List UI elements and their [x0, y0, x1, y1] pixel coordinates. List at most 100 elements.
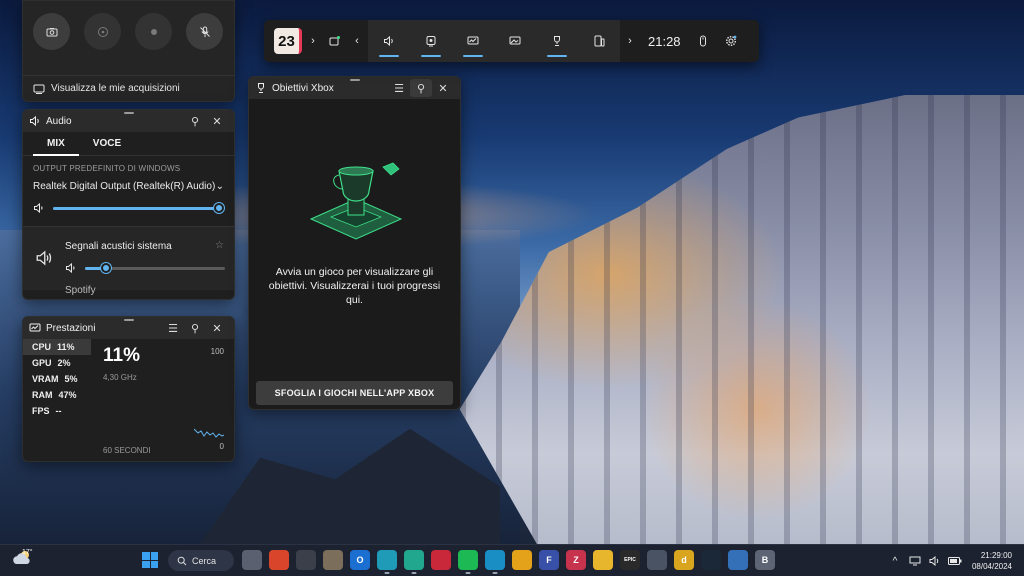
pin-button[interactable]: ⚲ [184, 319, 206, 337]
taskbar-app-epic-games[interactable]: EPIC [620, 550, 640, 570]
tab-mix[interactable]: MIX [33, 132, 79, 156]
network-icon[interactable] [908, 554, 922, 568]
performance-widget-button[interactable] [452, 20, 494, 62]
taskbar-app-app-record[interactable] [431, 550, 451, 570]
master-volume-row [23, 192, 234, 214]
capture-widget-button[interactable] [410, 20, 452, 62]
metric-vram[interactable]: VRAM 5% [23, 371, 91, 387]
metric-fps[interactable]: FPS -- [23, 403, 91, 419]
performance-icon [29, 323, 41, 332]
taskbar-app-edge-3[interactable] [485, 550, 505, 570]
taskbar-app-edge-2[interactable] [404, 550, 424, 570]
app-d-icon: d [681, 555, 687, 565]
output-section-label: OUTPUT PREDEFINITO DI WINDOWS [33, 164, 181, 173]
gallery-widget-button[interactable] [494, 20, 536, 62]
taskbar-app-app-d[interactable]: d [674, 550, 694, 570]
pin-icon: ⚲ [190, 322, 200, 335]
chevron-left-icon: ‹ [355, 35, 359, 47]
volume-icon[interactable] [928, 554, 942, 568]
game-bar-profile-badge[interactable]: 23 [274, 28, 302, 54]
taskbar-app-task-view[interactable] [242, 550, 262, 570]
taskbar-app-edge[interactable] [377, 550, 397, 570]
close-button[interactable]: ✕ [206, 319, 228, 337]
close-icon: ✕ [438, 82, 448, 95]
taskbar-app-file-explorer[interactable] [593, 550, 613, 570]
drag-handle[interactable] [123, 319, 134, 321]
view-captures-link[interactable]: Visualizza le mie acquisizioni [23, 75, 234, 101]
taskbar-app-spotify[interactable] [458, 550, 478, 570]
drag-handle[interactable] [349, 79, 360, 81]
taskbar-search[interactable]: Cerca [168, 550, 234, 571]
metric-gpu[interactable]: GPU 2% [23, 355, 91, 371]
performance-widget: Prestazioni ☰ ⚲ ✕ CPU 11% GPU 2% VRAM 5% RA… [22, 316, 235, 462]
app-volume-thumb[interactable] [101, 263, 111, 273]
taskbar-app-app-b[interactable]: B [755, 550, 775, 570]
taskbar-app-outlook[interactable]: O [350, 550, 370, 570]
master-volume-thumb[interactable] [213, 203, 224, 213]
drag-handle[interactable] [123, 112, 134, 114]
microphone-toggle-button[interactable] [186, 13, 223, 50]
taskbar-app-chrome[interactable] [512, 550, 532, 570]
taskbar-app-steam[interactable] [701, 550, 721, 570]
widget-store-button[interactable] [324, 20, 346, 62]
volume-icon[interactable] [33, 202, 45, 214]
sliders-icon: ☰ [168, 322, 178, 335]
achievements-widget: Obiettivi Xbox ☰ ⚲ ✕ Avvia un gioco per … [248, 76, 461, 410]
wallpaper-town-shade [459, 95, 1024, 544]
battery-icon[interactable] [947, 554, 962, 568]
achievements-widget-button[interactable] [536, 20, 578, 62]
cpu-usage-graph [194, 428, 224, 438]
taskbar-clock[interactable]: 21:29:00 08/04/2024 [968, 550, 1024, 572]
options-button[interactable]: ☰ [162, 319, 184, 337]
scroll-left-button[interactable]: ‹ [346, 20, 368, 62]
record-last-button[interactable] [84, 13, 121, 50]
monitor-icon [909, 556, 921, 566]
screenshot-button[interactable] [33, 13, 70, 50]
audio-widget-button[interactable] [368, 20, 410, 62]
close-button[interactable]: ✕ [206, 112, 228, 130]
controller-button[interactable] [689, 20, 717, 62]
weather-temperature: 17° [22, 549, 33, 556]
epic-games-icon: EPIC [624, 557, 636, 563]
windows-logo-icon [150, 552, 158, 560]
master-volume-fill [53, 206, 219, 210]
resources-widget-button[interactable] [578, 20, 620, 62]
metric-ram[interactable]: RAM 47% [23, 387, 91, 403]
pin-button[interactable]: ⚲ [410, 79, 432, 97]
taskbar-app-app-red[interactable] [269, 550, 289, 570]
browse-xbox-games-button[interactable]: SFOGLIA I GIOCHI NELL'APP XBOX [256, 381, 453, 405]
tab-voice[interactable]: VOCE [79, 132, 135, 155]
master-volume-slider[interactable] [53, 203, 224, 213]
system-sounds-icon [36, 250, 52, 266]
gallery-icon [509, 36, 521, 45]
app-volume-slider[interactable] [85, 263, 225, 273]
taskbar-app-app-cloud[interactable] [728, 550, 748, 570]
taskbar-app-app-f[interactable]: F [539, 550, 559, 570]
weather-widget[interactable]: 17° [12, 549, 36, 573]
taskbar-app-app-hex[interactable] [296, 550, 316, 570]
pin-icon: ⚲ [190, 115, 200, 128]
favorite-star-icon[interactable]: ☆ [215, 240, 224, 251]
start-recording-button[interactable] [135, 13, 172, 50]
system-tray: ^ 21:29:00 08/04/2024 [888, 545, 1024, 576]
history-icon [97, 26, 108, 37]
expand-profile-button[interactable]: › [302, 20, 324, 62]
output-device-select[interactable]: Realtek Digital Output (Realtek(R) Audio… [23, 173, 234, 192]
metric-cpu[interactable]: CPU 11% [23, 339, 91, 355]
taskbar-app-app-z[interactable]: Z [566, 550, 586, 570]
sliders-icon: ☰ [394, 82, 404, 95]
pin-button[interactable]: ⚲ [184, 112, 206, 130]
close-button[interactable]: ✕ [432, 79, 454, 97]
app-b-icon: B [761, 555, 769, 565]
app-volume-icon[interactable] [65, 262, 77, 274]
start-button[interactable] [142, 552, 158, 568]
metric-frequency: 4,30 GHz [103, 373, 137, 382]
game-bar: 23 › ‹ › 21:28 [264, 20, 759, 62]
taskbar-app-app-circle[interactable] [647, 550, 667, 570]
show-hidden-icons-button[interactable]: ^ [888, 554, 902, 568]
options-button[interactable]: ☰ [388, 79, 410, 97]
settings-button[interactable] [717, 20, 745, 62]
scroll-right-button[interactable]: › [620, 20, 640, 62]
gallery-icon [33, 84, 45, 94]
taskbar-app-app-tools[interactable] [323, 550, 343, 570]
